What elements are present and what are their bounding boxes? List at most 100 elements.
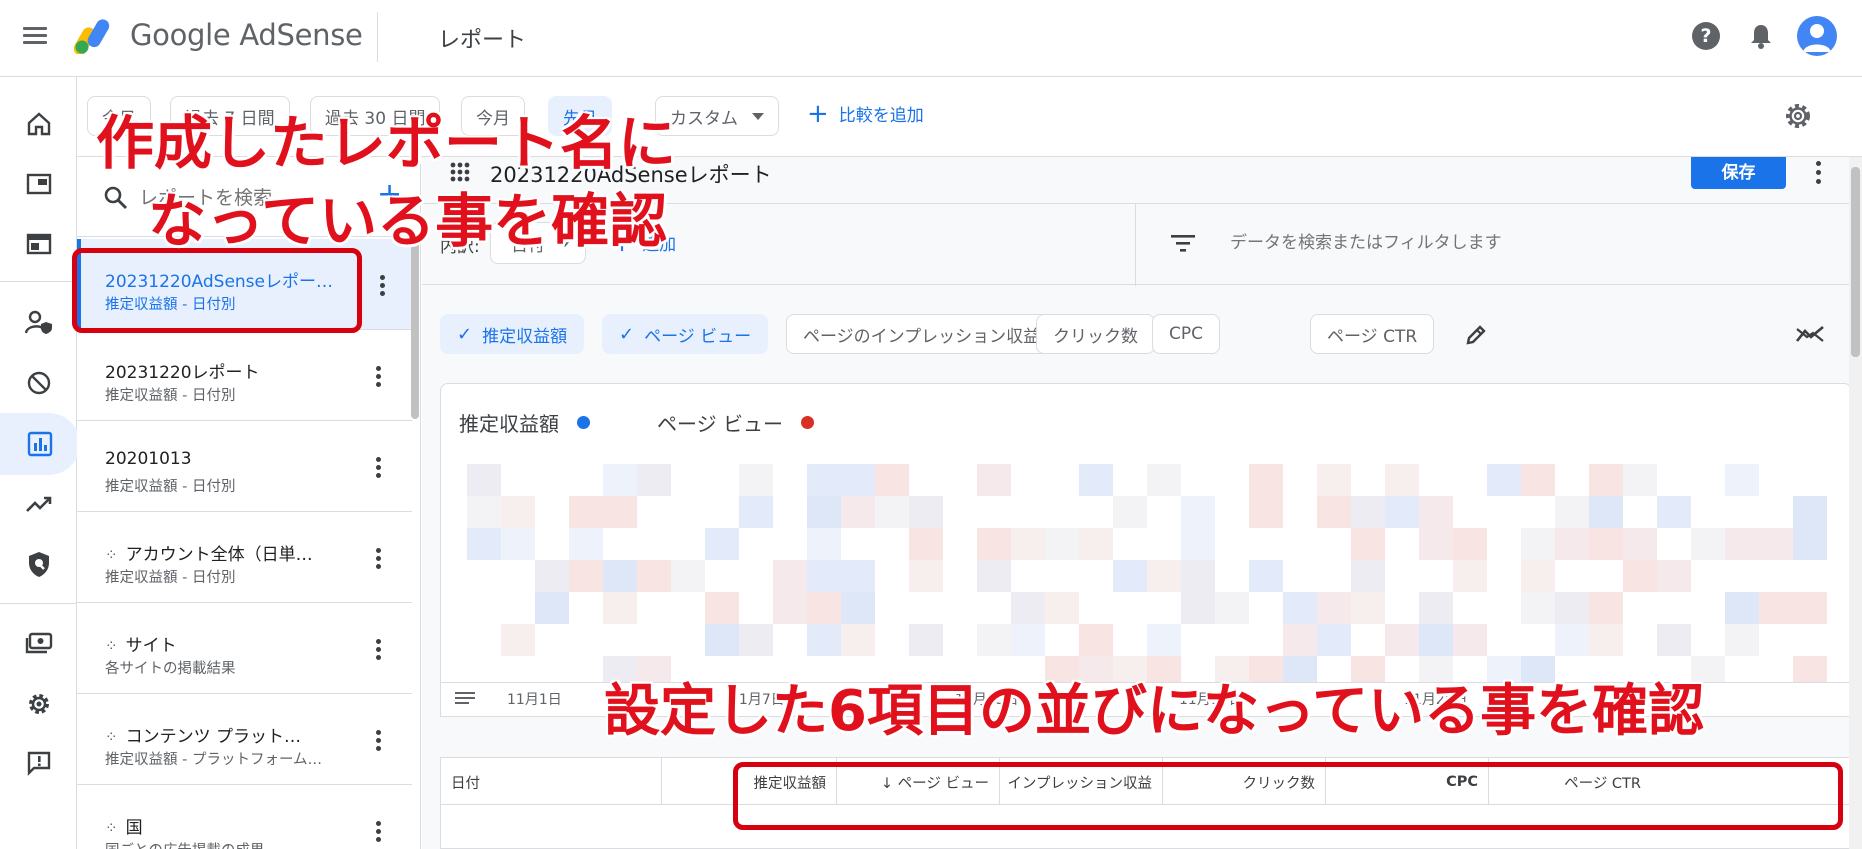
edit-pencil-icon[interactable]	[1464, 323, 1488, 347]
user-avatar[interactable]	[1797, 16, 1837, 56]
metric-chip-label: 推定収益額	[482, 326, 568, 347]
pixelated-chart-cell	[1385, 624, 1419, 656]
pixelated-chart-cell	[637, 464, 671, 496]
metric-chip-page-views[interactable]: ✓ ページ ビュー	[602, 314, 769, 354]
nav-ads-icon[interactable]	[8, 219, 70, 269]
more-vert-icon[interactable]	[370, 637, 386, 663]
pixelated-chart-cell	[1521, 592, 1555, 624]
save-button[interactable]: 保存	[1691, 157, 1786, 189]
check-icon: ✓	[457, 323, 473, 345]
report-list-item[interactable]: 20231220レポート 推定収益額 - 日付別	[77, 330, 412, 421]
pixelated-chart-cell	[1113, 560, 1147, 592]
pixelated-chart-cell	[841, 496, 875, 528]
metric-chip-clicks[interactable]: クリック数	[1036, 314, 1155, 354]
search-icon	[104, 186, 127, 209]
pixelated-chart-cell	[909, 624, 943, 656]
pixelated-chart-cell	[467, 528, 501, 560]
nav-sites-icon[interactable]	[8, 159, 70, 209]
more-vert-icon[interactable]	[370, 819, 386, 845]
report-list-item[interactable]: ⁘国 国ごとの広告掲載の成果	[77, 785, 412, 849]
filter-icon[interactable]	[1170, 232, 1196, 254]
report-list-item[interactable]: 20201013 推定収益額 - 日付別	[77, 421, 412, 512]
check-icon: ✓	[619, 323, 635, 345]
more-vert-icon[interactable]	[370, 728, 386, 754]
pixelated-chart-cell	[1589, 464, 1623, 496]
nav-home-icon[interactable]	[8, 99, 70, 149]
annotation-highlight-box-columns	[733, 762, 1843, 830]
help-icon[interactable]: ?	[1692, 22, 1720, 50]
more-vert-icon[interactable]	[370, 455, 386, 481]
sparkle-icon: ⁘	[105, 728, 118, 746]
more-vert-icon[interactable]	[1816, 161, 1821, 188]
hamburger-menu-icon[interactable]	[20, 23, 50, 53]
custom-label: カスタム	[670, 108, 738, 129]
list-scrollbar[interactable]	[411, 239, 419, 419]
pixelated-chart-cell	[569, 528, 603, 560]
pixelated-chart-cell	[1249, 464, 1283, 496]
pixelated-chart-cell	[1657, 496, 1691, 528]
pixelated-chart-cell	[1215, 592, 1249, 624]
notifications-bell-icon[interactable]	[1748, 22, 1774, 50]
main-scrollbar-thumb[interactable]	[1851, 167, 1860, 357]
add-compare-button[interactable]: + 比較を追加	[807, 101, 924, 127]
pixelated-chart-cell	[1555, 528, 1589, 560]
pixelated-chart-cell	[1589, 528, 1623, 560]
main-scrollbar[interactable]	[1849, 157, 1862, 849]
pixelated-chart-cell	[1045, 528, 1079, 560]
report-item-subtitle: 推定収益額 - 日付別	[105, 570, 236, 586]
pixelated-chart-cell	[1589, 496, 1623, 528]
nav-reports-icon[interactable]	[0, 413, 80, 475]
legend-dot-red	[800, 416, 814, 429]
metric-chip-page-rpm[interactable]: ページのインプレッション収益	[786, 314, 1058, 354]
nav-payments-icon[interactable]	[8, 618, 70, 668]
report-settings-gear-icon[interactable]	[1783, 101, 1813, 131]
data-filter-input[interactable]	[1230, 226, 1730, 260]
nav-brand-safety-icon[interactable]	[8, 539, 70, 589]
pixelated-chart-cell	[1487, 464, 1521, 496]
pixelated-chart-cell	[1453, 528, 1487, 560]
legend-estimated-earnings[interactable]: 推定収益額	[459, 408, 590, 437]
metric-chip-estimated-earnings[interactable]: ✓ 推定収益額	[440, 314, 585, 354]
nav-optimization-icon[interactable]	[8, 479, 70, 529]
add-compare-label: 比較を追加	[838, 106, 924, 126]
pixelated-chart-cell	[1555, 496, 1589, 528]
metric-chip-page-ctr[interactable]: ページ CTR	[1310, 314, 1435, 354]
pixelated-chart-cell	[1589, 592, 1623, 624]
report-item-name: 20201013	[105, 449, 192, 469]
nav-settings-gear-icon[interactable]	[8, 679, 70, 729]
table-toggle-icon[interactable]	[455, 691, 475, 707]
report-item-name: 20231220レポート	[105, 363, 260, 383]
nav-blocking-icon[interactable]	[8, 358, 70, 408]
report-item-name-text: アカウント全体（日単…	[125, 545, 313, 565]
page-title: レポート	[438, 28, 527, 53]
pixelated-chart-cell	[1351, 496, 1385, 528]
chart-card: 推定収益額 ページ ビュー	[440, 383, 1852, 683]
header-divider	[377, 12, 378, 62]
pixelated-chart-cell	[1725, 624, 1759, 656]
pixelated-chart-cell	[1181, 592, 1215, 624]
report-item-name-text: コンテンツ プラット…	[125, 727, 301, 747]
pixelated-chart-cell	[1351, 560, 1385, 592]
more-vert-icon[interactable]	[370, 546, 386, 572]
column-header-date[interactable]: 日付	[441, 758, 661, 806]
nav-feedback-icon[interactable]	[8, 738, 70, 788]
pixelated-chart-cell	[875, 464, 909, 496]
pixelated-chart-cell	[501, 528, 535, 560]
pixelated-chart-cell	[807, 592, 841, 624]
metric-chip-cpc[interactable]: CPC	[1152, 314, 1220, 354]
pixelated-chart-cell	[1691, 528, 1725, 560]
trend-toggle-icon[interactable]	[1795, 323, 1825, 347]
more-vert-icon[interactable]	[370, 364, 386, 390]
legend-page-views[interactable]: ページ ビュー	[657, 408, 814, 437]
nav-privacy-icon[interactable]	[8, 297, 70, 347]
report-list-item[interactable]: ⁘ サイト 各サイトの掲載結果	[77, 603, 412, 694]
pixelated-chart-plot	[467, 464, 1827, 682]
pixelated-chart-cell	[773, 560, 807, 592]
pixelated-chart-cell	[1725, 528, 1759, 560]
report-list-item[interactable]: ⁘ コンテンツ プラット… 推定収益額 - プラットフォーム…	[77, 694, 412, 785]
report-list-item[interactable]: ⁘ アカウント全体（日単… 推定収益額 - 日付別	[77, 512, 412, 603]
pixelated-chart-cell	[603, 464, 637, 496]
pixelated-chart-cell	[807, 624, 841, 656]
filter-divider	[1135, 204, 1136, 286]
more-vert-icon[interactable]	[374, 273, 390, 299]
